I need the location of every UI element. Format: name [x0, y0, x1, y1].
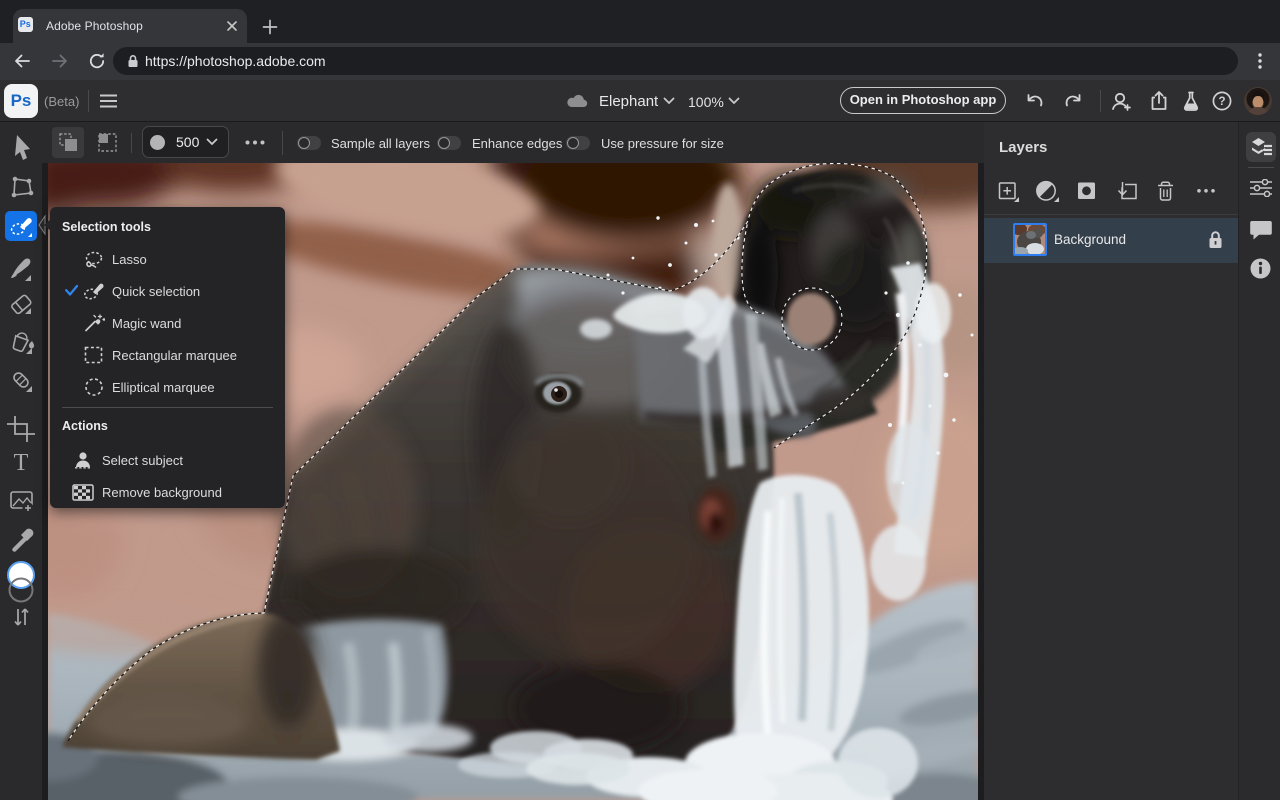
- svg-text:T: T: [14, 450, 29, 476]
- svg-text:?: ?: [1218, 96, 1225, 108]
